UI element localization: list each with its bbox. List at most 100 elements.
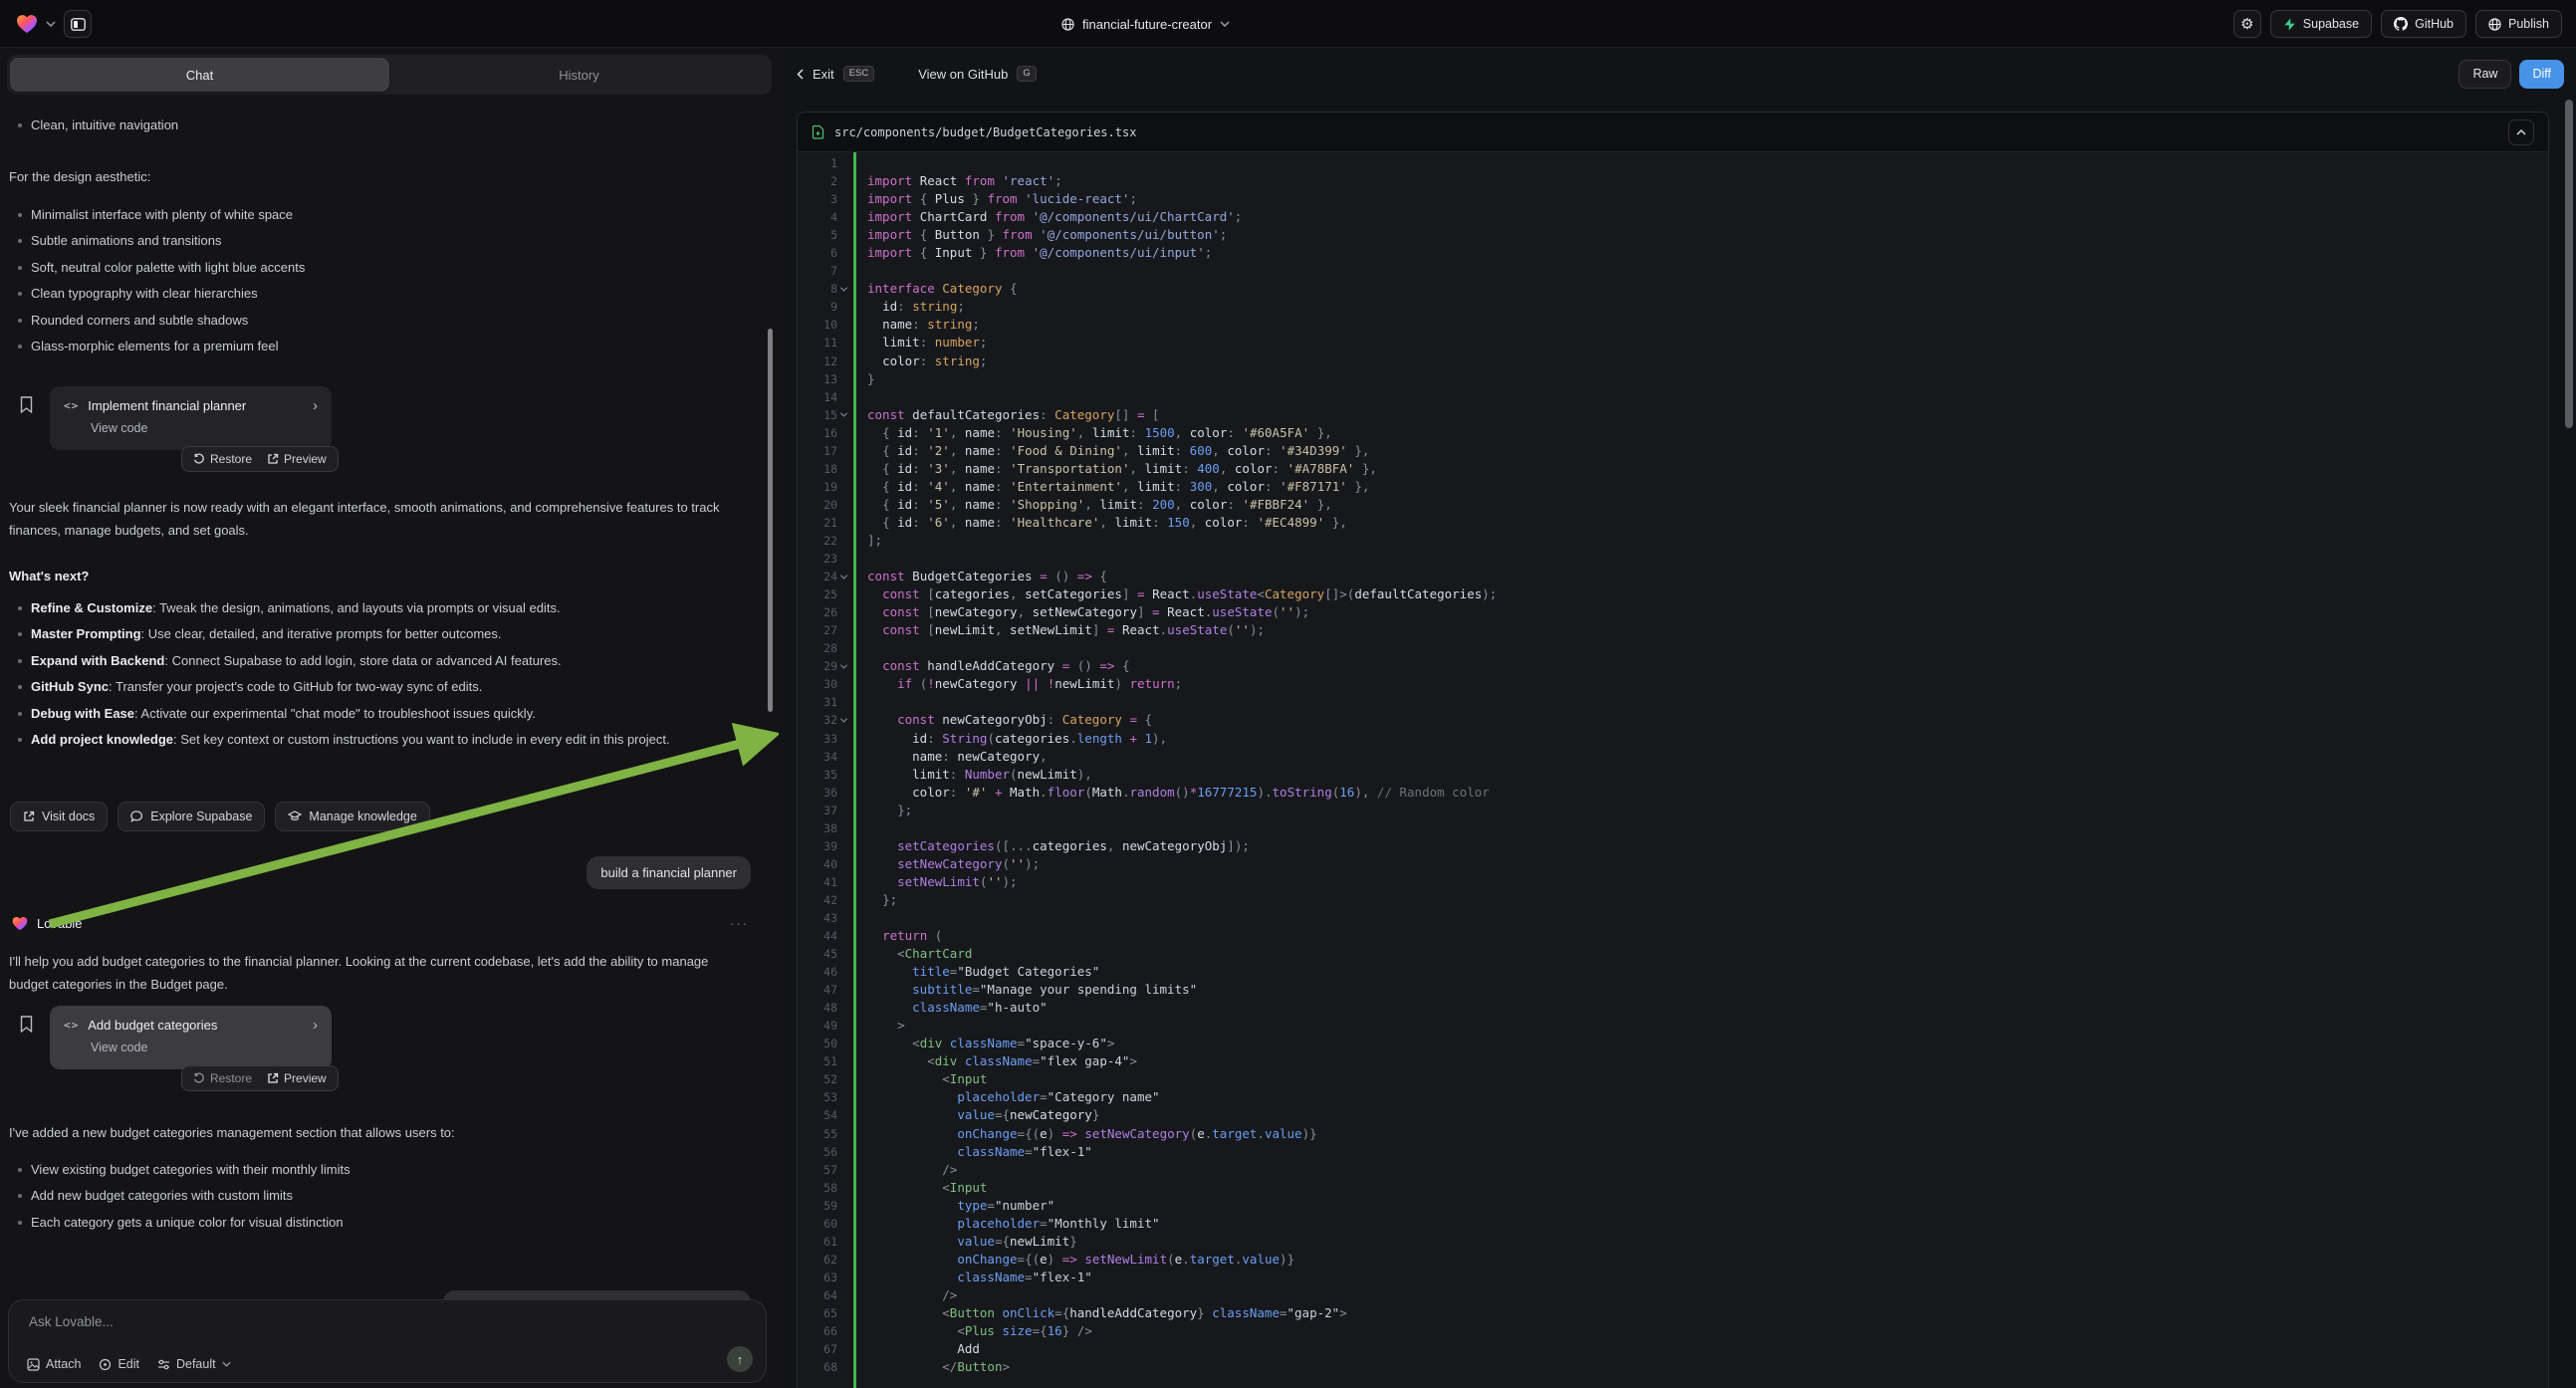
fold-toggle-icon[interactable] xyxy=(837,711,850,729)
line-number: 47 xyxy=(798,981,837,999)
chat-scrollbar[interactable] xyxy=(768,329,773,712)
project-chevron-icon xyxy=(1220,21,1230,27)
design-heading: For the design aesthetic: xyxy=(9,165,748,188)
view-on-github-button[interactable]: View on GitHub xyxy=(918,67,1008,82)
settings-button[interactable]: ⚙ xyxy=(2233,10,2261,38)
chevron-left-icon xyxy=(797,69,804,80)
fold-spacer xyxy=(837,1251,850,1269)
project-switcher[interactable]: financial-future-creator xyxy=(1061,0,1230,48)
fold-spacer xyxy=(837,1286,850,1304)
gear-icon: ⚙ xyxy=(2240,15,2253,33)
code-line: 37 }; xyxy=(798,802,2548,819)
fold-spacer xyxy=(837,190,850,208)
code-line: 55 onChange={(e) => setNewCategory(e.tar… xyxy=(798,1125,2548,1143)
restore-button[interactable]: Restore xyxy=(193,452,252,466)
list-item: Rounded corners and subtle shadows xyxy=(9,308,748,334)
fold-spacer xyxy=(837,1197,850,1215)
fold-spacer xyxy=(837,1125,850,1143)
line-number: 12 xyxy=(798,352,837,370)
line-number: 18 xyxy=(798,460,837,478)
code-line: 13} xyxy=(798,370,2548,388)
list-item: Expand with Backend: Connect Supabase to… xyxy=(9,648,754,674)
manage-knowledge-button[interactable]: Manage knowledge xyxy=(275,802,429,831)
explore-supabase-button[interactable]: Explore Supabase xyxy=(117,802,265,831)
line-number: 26 xyxy=(798,603,837,621)
github-button[interactable]: GitHub xyxy=(2381,10,2466,38)
code-line: 26 const [newCategory, setNewCategory] =… xyxy=(798,603,2548,621)
fold-toggle-icon[interactable] xyxy=(837,280,850,298)
restore-icon xyxy=(193,1072,205,1084)
file-header[interactable]: src/components/budget/BudgetCategories.t… xyxy=(798,113,2548,152)
supabase-icon xyxy=(2283,18,2296,31)
tab-chat[interactable]: Chat xyxy=(10,58,389,92)
view-code-link[interactable]: View code xyxy=(91,1041,318,1054)
fold-spacer xyxy=(837,891,850,909)
code-line: 11 limit: number; xyxy=(798,334,2548,351)
code-scrollbar[interactable] xyxy=(2565,100,2573,428)
fold-toggle-icon[interactable] xyxy=(837,657,850,675)
supabase-button[interactable]: Supabase xyxy=(2270,10,2372,38)
workspace-chevron-icon[interactable] xyxy=(46,21,56,27)
fold-spacer xyxy=(837,1017,850,1035)
version-card-add-budget-categories[interactable]: <> Add budget categories › View code xyxy=(50,1006,332,1069)
attach-button[interactable]: Attach xyxy=(27,1357,81,1371)
code-line: 65 <Button onClick={handleAddCategory} c… xyxy=(798,1304,2548,1322)
line-number: 38 xyxy=(798,819,837,837)
code-line: 46 title="Budget Categories" xyxy=(798,963,2548,981)
code-line: 60 placeholder="Monthly limit" xyxy=(798,1215,2548,1233)
line-number: 58 xyxy=(798,1179,837,1197)
line-number: 9 xyxy=(798,298,837,316)
code-icon: <> xyxy=(64,399,79,412)
line-number: 4 xyxy=(798,208,837,226)
fold-toggle-icon[interactable] xyxy=(837,568,850,585)
fold-spacer xyxy=(837,1052,850,1070)
bookmark-icon[interactable] xyxy=(20,1016,33,1033)
line-number: 55 xyxy=(798,1125,837,1143)
send-button[interactable]: ↑ xyxy=(727,1346,753,1372)
raw-toggle-button[interactable]: Raw xyxy=(2459,60,2511,89)
publish-button[interactable]: Publish xyxy=(2475,10,2562,38)
list-item: Add project knowledge: Set key context o… xyxy=(9,727,754,753)
view-code-link[interactable]: View code xyxy=(91,421,318,435)
line-number: 67 xyxy=(798,1340,837,1358)
preview-button[interactable]: Preview xyxy=(267,452,327,466)
line-number: 62 xyxy=(798,1251,837,1269)
visit-docs-button[interactable]: Visit docs xyxy=(10,802,108,831)
chat-input[interactable] xyxy=(29,1314,626,1329)
fold-spacer xyxy=(837,424,850,442)
version-title: Add budget categories xyxy=(88,1018,304,1033)
toggle-sidebar-button[interactable] xyxy=(64,10,92,38)
list-item: View existing budget categories with the… xyxy=(9,1157,748,1183)
code-line: 35 limit: Number(newLimit), xyxy=(798,766,2548,784)
fold-spacer xyxy=(837,244,850,262)
fold-spacer xyxy=(837,1340,850,1358)
model-selector[interactable]: Default xyxy=(157,1357,231,1371)
code-line: 2import React from 'react'; xyxy=(798,172,2548,190)
version-card-implement-planner[interactable]: <> Implement financial planner › View co… xyxy=(50,386,332,450)
list-item: Subtle animations and transitions xyxy=(9,228,748,254)
message-menu-button[interactable]: ··· xyxy=(730,916,749,931)
fold-spacer xyxy=(837,460,850,478)
code-line: 24const BudgetCategories = () => { xyxy=(798,568,2548,585)
exit-button[interactable]: Exit xyxy=(813,67,834,82)
bookmark-icon[interactable] xyxy=(20,396,33,413)
line-number: 17 xyxy=(798,442,837,460)
collapse-file-button[interactable] xyxy=(2508,119,2534,145)
lovable-logo-icon[interactable] xyxy=(16,14,38,34)
code-line: 58 <Input xyxy=(798,1179,2548,1197)
restore-button[interactable]: Restore xyxy=(193,1071,252,1085)
fold-spacer xyxy=(837,639,850,657)
line-number: 24 xyxy=(798,568,837,585)
code-line: 21 { id: '6', name: 'Healthcare', limit:… xyxy=(798,514,2548,532)
fold-toggle-icon[interactable] xyxy=(837,406,850,424)
line-number: 40 xyxy=(798,855,837,873)
tab-history[interactable]: History xyxy=(389,58,769,92)
edit-mode-button[interactable]: Edit xyxy=(99,1357,139,1371)
diff-toggle-button[interactable]: Diff xyxy=(2519,60,2564,89)
composer: Attach Edit Default ↑ xyxy=(8,1299,767,1383)
external-link-icon xyxy=(267,1072,279,1084)
g-key-badge: G xyxy=(1017,66,1036,82)
help-paragraph: I'll help you add budget categories to t… xyxy=(9,950,748,996)
preview-button[interactable]: Preview xyxy=(267,1071,327,1085)
code-line: 68 </Button> xyxy=(798,1358,2548,1376)
